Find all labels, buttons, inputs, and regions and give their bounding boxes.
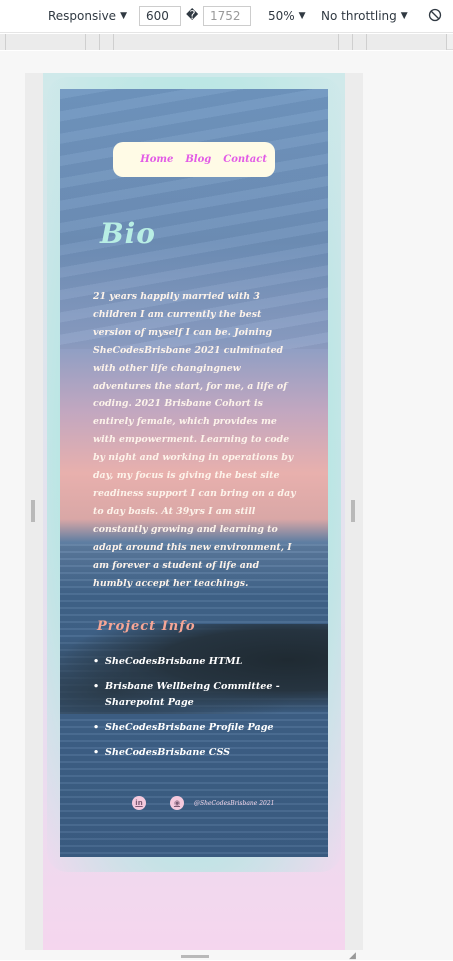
project-label: SheCodesBrisbane Profile Page xyxy=(105,722,274,733)
list-item: • SheCodesBrisbane HTML xyxy=(93,654,303,670)
height-input[interactable]: 1752 xyxy=(203,6,251,26)
ruler-segment[interactable] xyxy=(353,34,367,50)
bio-paragraph: 21 years happily married with 3 children… xyxy=(93,291,296,589)
ruler-segment[interactable] xyxy=(367,34,447,50)
zoom-select[interactable]: 50% ▼ xyxy=(268,9,306,23)
emulated-page: Home Blog Contact Bio 21 years happily m… xyxy=(43,73,345,950)
ruler-segment[interactable] xyxy=(86,34,100,50)
left-resize-gutter[interactable] xyxy=(25,73,43,950)
throttling-label: No throttling xyxy=(321,9,397,23)
right-resize-gutter[interactable] xyxy=(345,73,363,950)
left-resize-handle[interactable] xyxy=(31,500,35,522)
bullet-icon: • xyxy=(93,722,100,733)
site-footer: in ◉ @SheCodesBrisbane 2021 xyxy=(132,796,274,810)
nav-contact-link[interactable]: Contact xyxy=(223,154,267,165)
throttling-select[interactable]: No throttling ▼ xyxy=(321,9,408,23)
linkedin-icon[interactable]: in xyxy=(132,796,146,810)
project-list: • SheCodesBrisbane HTML • Brisbane Wellb… xyxy=(93,654,303,770)
chevron-down-icon: ▼ xyxy=(298,11,306,21)
bio-card: Home Blog Contact Bio 21 years happily m… xyxy=(60,89,328,857)
ruler-segment[interactable] xyxy=(114,34,339,50)
rotate-icon-svg xyxy=(428,8,442,22)
bottom-resize-handle[interactable] xyxy=(181,955,209,958)
zoom-label: 50% xyxy=(268,9,295,23)
bullet-icon: • xyxy=(93,681,100,692)
github-icon[interactable]: ◉ xyxy=(170,796,184,810)
device-select[interactable]: Responsive ▼ xyxy=(48,9,127,23)
chevron-down-icon: ▼ xyxy=(400,11,408,21)
width-input[interactable]: 600 xyxy=(139,6,181,26)
ruler-segment[interactable] xyxy=(6,34,86,50)
bio-title: Bio xyxy=(100,217,156,250)
project-label: SheCodesBrisbane CSS xyxy=(105,747,231,758)
bullet-icon: • xyxy=(93,656,100,667)
rotate-icon[interactable] xyxy=(428,8,442,22)
ruler-segment[interactable] xyxy=(339,34,353,50)
right-resize-handle[interactable] xyxy=(351,500,355,522)
project-label: SheCodesBrisbane HTML xyxy=(105,656,243,667)
nav-blog-link[interactable]: Blog xyxy=(185,154,211,165)
project-info-title: Project Info xyxy=(97,619,196,634)
times-glyph: � xyxy=(186,8,199,22)
dimension-separator: � xyxy=(186,8,198,22)
media-query-ruler[interactable] xyxy=(0,34,453,50)
bullet-icon: • xyxy=(93,747,100,758)
height-value: 1752 xyxy=(210,9,241,23)
devtools-device-toolbar: Responsive ▼ 600 � 1752 50% ▼ No throttl… xyxy=(0,0,453,33)
list-item: • SheCodesBrisbane CSS xyxy=(93,745,303,761)
chevron-down-icon: ▼ xyxy=(120,11,127,21)
width-value: 600 xyxy=(146,9,169,23)
list-item: • SheCodesBrisbane Profile Page xyxy=(93,720,303,736)
ruler-segment[interactable] xyxy=(100,34,114,50)
site-nav: Home Blog Contact xyxy=(113,142,275,177)
list-item: • Brisbane Wellbeing Committee - Sharepo… xyxy=(93,679,303,711)
nav-home-link[interactable]: Home xyxy=(140,154,173,165)
footer-text: @SheCodesBrisbane 2021 xyxy=(194,799,275,807)
device-label: Responsive xyxy=(48,9,117,23)
project-label: Brisbane Wellbeing Committee - Sharepoin… xyxy=(105,681,280,708)
